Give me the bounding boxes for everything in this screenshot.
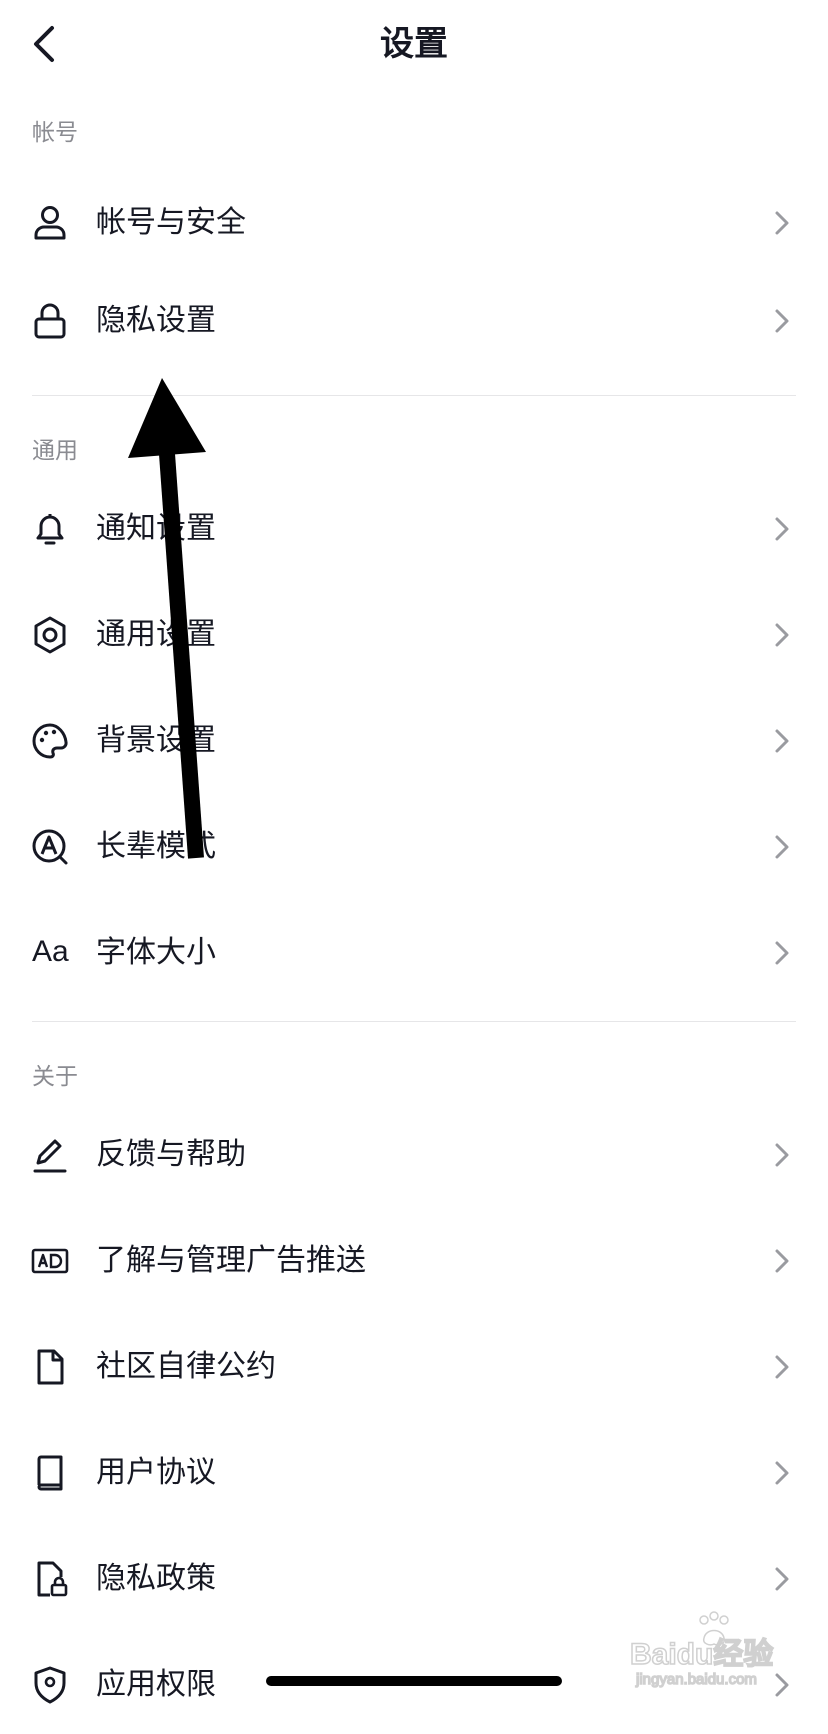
section-label-about: 关于 [32, 1064, 78, 1090]
settings-item-background[interactable]: 背景设置 [0, 690, 828, 790]
baidu-watermark-logo: Baidu经验 jingyan.baidu.com [629, 1611, 774, 1689]
section-divider [32, 1021, 796, 1022]
settings-item-font-size[interactable]: Aa 字体大小 [0, 902, 828, 1002]
document-icon [30, 1347, 70, 1387]
elder-mode-icon [30, 827, 70, 867]
nav-header: 设置 [0, 0, 828, 92]
settings-item-label: 帐号与安全 [96, 205, 246, 240]
chevron-right-icon [772, 209, 792, 237]
settings-item-community-guidelines[interactable]: 社区自律公约 [0, 1316, 828, 1416]
chevron-right-icon [772, 1459, 792, 1487]
chevron-right-icon [772, 621, 792, 649]
section-label-general: 通用 [32, 438, 78, 464]
settings-item-label: 应用权限 [96, 1667, 216, 1702]
watermark-brand: Baidu经验 [630, 1637, 773, 1671]
chevron-right-icon [772, 727, 792, 755]
lock-icon [30, 301, 70, 341]
person-icon [30, 203, 70, 243]
settings-item-label: 反馈与帮助 [96, 1137, 246, 1172]
settings-item-label: 背景设置 [96, 723, 216, 758]
settings-item-label: 了解与管理广告推送 [96, 1243, 366, 1278]
settings-item-label: 隐私政策 [96, 1561, 216, 1596]
section-label-account: 帐号 [32, 120, 78, 146]
settings-item-ad-management[interactable]: 了解与管理广告推送 [0, 1210, 828, 1310]
chevron-right-icon [772, 1353, 792, 1381]
settings-item-label: 用户协议 [96, 1455, 216, 1490]
chevron-right-icon [772, 1565, 792, 1593]
home-indicator[interactable] [266, 1676, 562, 1686]
settings-item-account-security[interactable]: 帐号与安全 [0, 172, 828, 272]
settings-item-label: 通用设置 [96, 617, 216, 652]
settings-item-label: 字体大小 [96, 935, 216, 970]
settings-item-label: 长辈模式 [96, 829, 216, 864]
settings-item-label: 隐私设置 [96, 303, 216, 338]
settings-item-privacy[interactable]: 隐私设置 [0, 270, 828, 370]
settings-item-user-agreement[interactable]: 用户协议 [0, 1422, 828, 1522]
document-lock-icon [30, 1559, 70, 1599]
chevron-right-icon [772, 1247, 792, 1275]
chevron-right-icon [772, 1141, 792, 1169]
bell-icon [30, 509, 70, 549]
settings-item-feedback[interactable]: 反馈与帮助 [0, 1104, 828, 1204]
palette-icon [30, 721, 70, 761]
settings-item-label: 通知设置 [96, 511, 216, 546]
settings-item-general[interactable]: 通用设置 [0, 584, 828, 684]
chevron-right-icon [772, 833, 792, 861]
settings-item-notifications[interactable]: 通知设置 [0, 478, 828, 578]
page-title: 设置 [380, 24, 448, 64]
chevron-right-icon [772, 307, 792, 335]
settings-item-elder-mode[interactable]: 长辈模式 [0, 796, 828, 896]
watermark-url: jingyan.baidu.com [635, 1671, 757, 1688]
settings-item-label: 社区自律公约 [96, 1349, 276, 1384]
shield-location-icon [30, 1665, 70, 1705]
book-icon [30, 1453, 70, 1493]
pencil-icon [30, 1135, 70, 1175]
chevron-right-icon [772, 939, 792, 967]
section-divider [32, 395, 796, 396]
ad-icon [30, 1241, 70, 1281]
font-size-icon: Aa [32, 935, 69, 968]
chevron-right-icon [772, 515, 792, 543]
gear-icon [30, 615, 70, 655]
